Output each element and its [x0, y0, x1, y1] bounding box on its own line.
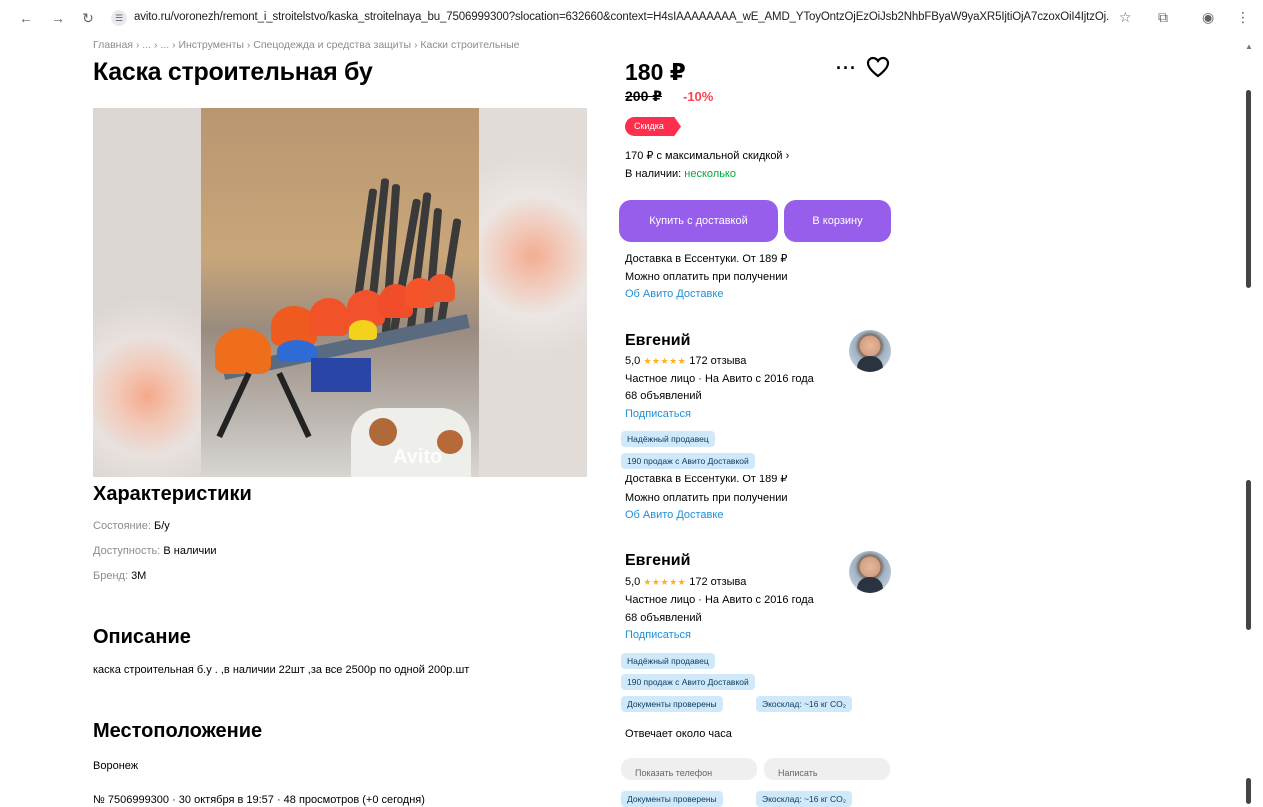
price: 180 ₽ [625, 59, 686, 85]
star-rating-icon: ★★★★★ [643, 577, 687, 587]
write-message-button[interactable]: Написать [764, 758, 890, 780]
spec-key: Состояние: [93, 520, 154, 532]
show-phone-button[interactable]: Показать телефон [621, 758, 757, 780]
photo-scene [201, 108, 479, 477]
seller-name[interactable]: Евгений [625, 332, 690, 350]
spec-value: 3М [131, 570, 147, 582]
breadcrumb[interactable]: Главная › ... › ... › Инструменты › Спец… [93, 39, 520, 51]
seller-ads-count[interactable]: 68 объявлений [625, 390, 702, 402]
reload-icon[interactable]: ↻ [80, 10, 96, 27]
photo-blur-right [479, 108, 587, 477]
seller-tag: Документы проверены [621, 696, 723, 712]
response-time: Отвечает около часа [625, 728, 732, 740]
extensions-icon[interactable]: ⧉ [1158, 9, 1168, 26]
heart-favorite-icon[interactable] [866, 56, 890, 78]
delivery-info: Доставка в Ессентуки. От 189 ₽ [625, 253, 788, 265]
spec-condition: Состояние: Б/у [93, 520, 170, 532]
scrollbar-thumb-ghost [1246, 778, 1251, 804]
spec-key: Доступность: [93, 545, 164, 557]
delivery-info-clipped: Доставка в Ессентуки. От 189 ₽ [625, 475, 788, 485]
stock-label: В наличии: [625, 168, 685, 180]
page-title: Каска строительная бу [93, 58, 373, 86]
seller-avatar[interactable] [849, 551, 891, 593]
seller-tag: 190 продаж с Авито Доставкой [621, 674, 755, 690]
old-price: 200 ₽ [625, 88, 662, 104]
bookmark-star-icon[interactable]: ☆ [1119, 9, 1132, 26]
seller-tag: Документы проверены [621, 791, 723, 807]
address-bar[interactable]: avito.ru/voronezh/remont_i_stroitelstvo/… [134, 11, 1109, 23]
listing-photo[interactable]: Avito [93, 108, 587, 477]
page-scrollbar[interactable]: ▲ [1241, 40, 1255, 807]
scrollbar-thumb[interactable] [1246, 90, 1251, 288]
scroll-up-arrow-icon[interactable]: ▲ [1245, 42, 1253, 51]
browser-menu-icon[interactable]: ⋮ [1236, 9, 1250, 26]
seller-type: Частное лицо · На Авито с 2016 года [625, 594, 814, 606]
location-heading: Местоположение [93, 720, 263, 742]
payment-info: Можно оплатить при получении [625, 492, 788, 504]
delivery-about-link[interactable]: Об Авито Доставке [625, 509, 723, 521]
seller-avatar[interactable] [849, 330, 891, 372]
seller-ads-count[interactable]: 68 объявлений [625, 612, 702, 624]
forward-icon[interactable]: → [50, 10, 66, 26]
subscribe-link[interactable]: Подписаться [625, 629, 691, 641]
rating-value: 5,0 [625, 355, 641, 367]
discount-percent: -10% [683, 89, 714, 104]
listing-meta: № 7506999300 · 30 октября в 19:57 · 48 п… [93, 794, 425, 806]
seller-tag: Надёжный продавец [621, 431, 715, 447]
profile-icon[interactable]: ◉ [1202, 9, 1214, 26]
more-options-icon[interactable]: ··· [836, 58, 857, 79]
spec-brand: Бренд: 3М [93, 570, 146, 582]
seller-type: Частное лицо · На Авито с 2016 года [625, 373, 814, 385]
browser-toolbar: ← → ↻ ☰ avito.ru/voronezh/remont_i_stroi… [0, 0, 1263, 36]
seller-rating[interactable]: 5,0 ★★★★★ 172 отзыва [625, 355, 746, 367]
stock-status: В наличии: несколько [625, 168, 736, 180]
buy-with-delivery-button[interactable]: Купить с доставкой [619, 200, 778, 242]
description-text: каска строительная б.у . ,в наличии 22шт… [93, 664, 470, 676]
seller-tag: Экосклад: ~16 кг CO₂ [756, 791, 853, 807]
payment-info: Можно оплатить при получении [625, 271, 788, 283]
photo-watermark: Avito [393, 446, 443, 468]
site-info-icon[interactable]: ☰ [111, 10, 127, 26]
photo-blur-left [93, 108, 201, 477]
seller-tag: 190 продаж с Авито Доставкой [621, 453, 755, 469]
stock-value: несколько [684, 168, 736, 180]
seller-tag: Экосклад: ~16 кг CO₂ [756, 696, 853, 712]
add-to-cart-button[interactable]: В корзину [784, 200, 891, 242]
spec-key: Бренд: [93, 570, 132, 582]
seller-name[interactable]: Евгений [625, 552, 690, 570]
characteristics-heading: Характеристики [93, 483, 252, 505]
seller-tag: Надёжный продавец [621, 653, 715, 669]
spec-value: Б/у [154, 520, 170, 532]
description-heading: Описание [93, 626, 191, 648]
back-icon[interactable]: ← [18, 10, 34, 26]
scrollbar-thumb-ghost [1246, 480, 1251, 630]
rating-value: 5,0 [625, 576, 641, 588]
seller-rating[interactable]: 5,0 ★★★★★ 172 отзыва [625, 576, 746, 588]
reviews-count: 172 отзыва [689, 576, 747, 588]
sale-badge: Скидка [625, 117, 681, 136]
star-rating-icon: ★★★★★ [643, 356, 687, 366]
location-city: Воронеж [93, 760, 139, 772]
delivery-about-link[interactable]: Об Авито Доставке [625, 288, 723, 300]
spec-value: В наличии [163, 545, 217, 557]
spec-availability: Доступность: В наличии [93, 545, 217, 557]
subscribe-link[interactable]: Подписаться [625, 408, 691, 420]
max-discount-link[interactable]: 170 ₽ с максимальной скидкой › [625, 149, 789, 162]
reviews-count: 172 отзыва [689, 355, 747, 367]
